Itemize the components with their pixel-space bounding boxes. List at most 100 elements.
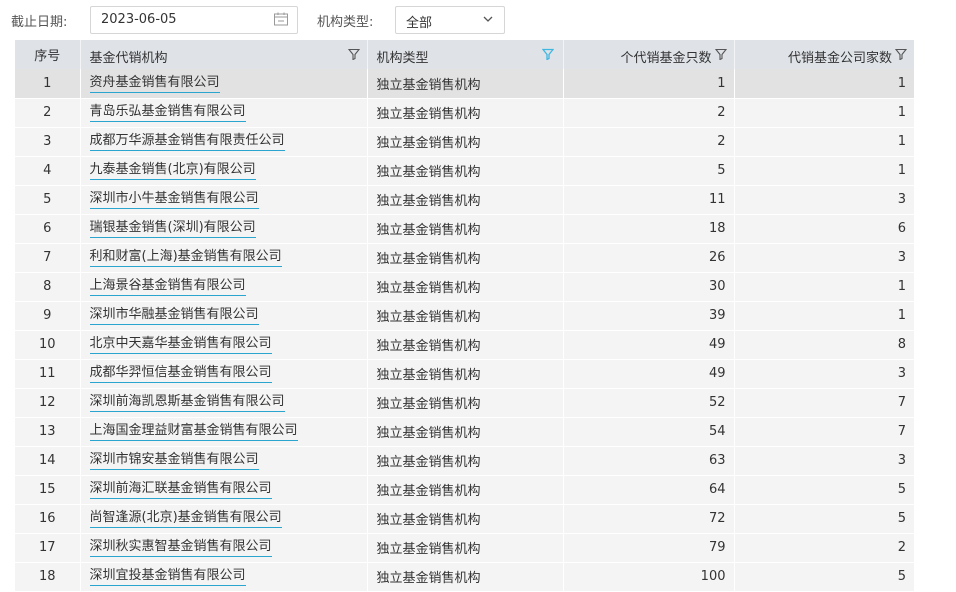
- institution-cell: 上海国金理益财富基金销售有限公司: [80, 417, 368, 447]
- col-header-type[interactable]: 机构类型: [367, 40, 564, 69]
- institution-cell: 深圳市小牛基金销售有限公司: [80, 185, 368, 215]
- table-row[interactable]: 16 尚智逢源(北京)基金销售有限公司 独立基金销售机构 72 5: [15, 504, 914, 534]
- company-count-cell: 8: [734, 330, 914, 360]
- company-count-cell: 3: [734, 359, 914, 389]
- institution-name-link[interactable]: 北京中天嘉华基金销售有限公司: [89, 335, 272, 354]
- date-value: 2023-06-05: [101, 12, 177, 27]
- institution-type-cell: 独立基金销售机构: [367, 417, 564, 447]
- institution-type-cell: 独立基金销售机构: [367, 388, 564, 418]
- institution-name-link[interactable]: 瑞银基金销售(深圳)有限公司: [89, 219, 256, 238]
- company-count-cell: 3: [734, 243, 914, 273]
- institution-name-link[interactable]: 深圳前海凯恩斯基金销售有限公司: [89, 393, 285, 412]
- row-index: 8: [15, 272, 81, 302]
- institution-name-link[interactable]: 尚智逢源(北京)基金销售有限公司: [89, 509, 282, 528]
- institution-name-link[interactable]: 深圳市华融基金销售有限公司: [89, 306, 259, 325]
- col-header-company-count-label: 代销基金公司家数: [787, 51, 892, 66]
- fund-count-cell: 18: [563, 214, 735, 244]
- institution-type-select[interactable]: 全部: [395, 6, 505, 34]
- institution-name-link[interactable]: 利和财富(上海)基金销售有限公司: [89, 248, 282, 267]
- table-row[interactable]: 10 北京中天嘉华基金销售有限公司 独立基金销售机构 49 8: [15, 330, 914, 360]
- institution-name-link[interactable]: 成都万华源基金销售有限责任公司: [89, 132, 285, 151]
- date-picker-input[interactable]: 2023-06-05: [90, 6, 298, 34]
- institution-cell: 尚智逢源(北京)基金销售有限公司: [80, 504, 368, 534]
- table-body: 1 资舟基金销售有限公司 独立基金销售机构 1 1 2 青岛乐弘基金销售有限公司 独立基金销售…: [15, 69, 914, 592]
- table-row[interactable]: 9 深圳市华融基金销售有限公司 独立基金销售机构 39 1: [15, 301, 914, 331]
- institution-cell: 北京中天嘉华基金销售有限公司: [80, 330, 368, 360]
- table-row[interactable]: 13 上海国金理益财富基金销售有限公司 独立基金销售机构 54 7: [15, 417, 914, 447]
- row-index: 13: [15, 417, 81, 447]
- institution-type-cell: 独立基金销售机构: [367, 475, 564, 505]
- table-row[interactable]: 14 深圳市锦安基金销售有限公司 独立基金销售机构 63 3: [15, 446, 914, 476]
- filter-icon[interactable]: [894, 48, 908, 64]
- company-count-cell: 1: [734, 127, 914, 157]
- fund-count-cell: 1: [563, 69, 735, 99]
- fund-count-cell: 64: [563, 475, 735, 505]
- institution-cell: 青岛乐弘基金销售有限公司: [80, 98, 368, 128]
- table-row[interactable]: 18 深圳宜投基金销售有限公司 独立基金销售机构 100 5: [15, 562, 914, 592]
- institution-cell: 成都万华源基金销售有限责任公司: [80, 127, 368, 157]
- row-index: 17: [15, 533, 81, 563]
- institution-name-link[interactable]: 资舟基金销售有限公司: [89, 74, 220, 93]
- company-count-cell: 1: [734, 301, 914, 331]
- company-count-cell: 1: [734, 156, 914, 186]
- institution-name-link[interactable]: 深圳市锦安基金销售有限公司: [89, 451, 259, 470]
- table-row[interactable]: 12 深圳前海凯恩斯基金销售有限公司 独立基金销售机构 52 7: [15, 388, 914, 418]
- type-filter-label: 机构类型:: [317, 15, 374, 30]
- col-header-type-label: 机构类型: [376, 51, 429, 66]
- institution-name-link[interactable]: 九泰基金销售(北京)有限公司: [89, 161, 256, 180]
- filter-icon[interactable]: [347, 48, 360, 64]
- company-count-cell: 5: [734, 475, 914, 505]
- row-index: 4: [15, 156, 81, 186]
- table-row[interactable]: 15 深圳前海汇联基金销售有限公司 独立基金销售机构 64 5: [15, 475, 914, 505]
- institution-name-link[interactable]: 上海景谷基金销售有限公司: [89, 277, 246, 296]
- company-count-cell: 1: [734, 69, 914, 99]
- institution-name-link[interactable]: 成都华羿恒信基金销售有限公司: [89, 364, 272, 383]
- table-row[interactable]: 2 青岛乐弘基金销售有限公司 独立基金销售机构 2 1: [15, 98, 914, 128]
- institution-cell: 深圳宜投基金销售有限公司: [80, 562, 368, 592]
- institution-cell: 深圳市华融基金销售有限公司: [80, 301, 368, 331]
- institution-cell: 利和财富(上海)基金销售有限公司: [80, 243, 368, 273]
- company-count-cell: 3: [734, 185, 914, 215]
- institution-name-link[interactable]: 青岛乐弘基金销售有限公司: [89, 103, 246, 122]
- row-index: 18: [15, 562, 81, 592]
- col-header-fund-count[interactable]: 个代销基金只数: [563, 40, 735, 69]
- institution-type-cell: 独立基金销售机构: [367, 243, 564, 273]
- company-count-cell: 1: [734, 98, 914, 128]
- table-row[interactable]: 1 资舟基金销售有限公司 独立基金销售机构 1 1: [15, 69, 914, 99]
- institution-type-cell: 独立基金销售机构: [367, 446, 564, 476]
- row-index: 14: [15, 446, 81, 476]
- fund-count-cell: 2: [563, 98, 735, 128]
- table-row[interactable]: 3 成都万华源基金销售有限责任公司 独立基金销售机构 2 1: [15, 127, 914, 157]
- table-row[interactable]: 4 九泰基金销售(北京)有限公司 独立基金销售机构 5 1: [15, 156, 914, 186]
- institution-name-link[interactable]: 深圳秋实惠智基金销售有限公司: [89, 538, 272, 557]
- company-count-cell: 5: [734, 562, 914, 592]
- table-header-row: 序号 基金代销机构 机构类型 个代销基金只数 代销基金公司家数: [15, 40, 914, 69]
- institution-name-link[interactable]: 深圳宜投基金销售有限公司: [89, 567, 246, 586]
- institution-type-cell: 独立基金销售机构: [367, 301, 564, 331]
- institution-cell: 深圳前海汇联基金销售有限公司: [80, 475, 368, 505]
- table-row[interactable]: 6 瑞银基金销售(深圳)有限公司 独立基金销售机构 18 6: [15, 214, 914, 244]
- institution-type-cell: 独立基金销售机构: [367, 69, 564, 99]
- col-header-company-count[interactable]: 代销基金公司家数: [734, 40, 914, 69]
- fund-count-cell: 26: [563, 243, 735, 273]
- calendar-icon[interactable]: [273, 11, 289, 31]
- col-header-institution[interactable]: 基金代销机构: [80, 40, 368, 69]
- institution-type-cell: 独立基金销售机构: [367, 562, 564, 592]
- institution-name-link[interactable]: 深圳市小牛基金销售有限公司: [89, 190, 259, 209]
- company-count-cell: 7: [734, 417, 914, 447]
- filter-icon[interactable]: [714, 48, 727, 64]
- table-row[interactable]: 7 利和财富(上海)基金销售有限公司 独立基金销售机构 26 3: [15, 243, 914, 273]
- table-row[interactable]: 5 深圳市小牛基金销售有限公司 独立基金销售机构 11 3: [15, 185, 914, 215]
- table-row[interactable]: 17 深圳秋实惠智基金销售有限公司 独立基金销售机构 79 2: [15, 533, 914, 563]
- fund-count-cell: 30: [563, 272, 735, 302]
- table-row[interactable]: 8 上海景谷基金销售有限公司 独立基金销售机构 30 1: [15, 272, 914, 302]
- fund-count-cell: 72: [563, 504, 735, 534]
- fund-sales-table: 序号 基金代销机构 机构类型 个代销基金只数 代销基金公司家数 1 资舟基金销售…: [15, 40, 914, 592]
- table-row[interactable]: 11 成都华羿恒信基金销售有限公司 独立基金销售机构 49 3: [15, 359, 914, 389]
- institution-name-link[interactable]: 上海国金理益财富基金销售有限公司: [89, 422, 298, 441]
- institution-type-cell: 独立基金销售机构: [367, 504, 564, 534]
- filter-icon[interactable]: [541, 48, 554, 64]
- fund-count-cell: 52: [563, 388, 735, 418]
- company-count-cell: 3: [734, 446, 914, 476]
- institution-name-link[interactable]: 深圳前海汇联基金销售有限公司: [89, 480, 272, 499]
